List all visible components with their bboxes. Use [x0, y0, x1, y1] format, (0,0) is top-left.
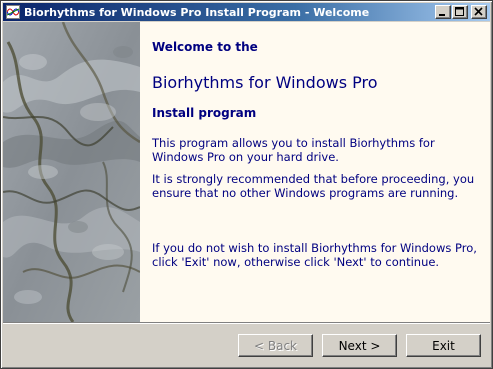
minimize-icon[interactable]: [435, 5, 451, 19]
product-title: Biorhythms for Windows Pro: [152, 73, 378, 92]
title-bar[interactable]: Biorhythms for Windows Pro Install Progr…: [3, 3, 490, 21]
title-bar-buttons: [434, 5, 487, 19]
maximize-icon[interactable]: [452, 5, 468, 19]
wizard-client: Welcome to the Biorhythms for Windows Pr…: [3, 22, 490, 322]
close-icon[interactable]: [471, 5, 487, 19]
instruction-paragraph: If you do not wish to install Biorhythms…: [152, 241, 477, 269]
footer-divider: [3, 322, 490, 324]
welcome-heading: Welcome to the: [152, 40, 258, 54]
recommendation-paragraph: It is strongly recommended that before p…: [152, 172, 475, 200]
exit-button[interactable]: Exit: [406, 334, 481, 357]
back-button[interactable]: < Back: [238, 334, 313, 357]
section-heading: Install program: [152, 106, 257, 120]
side-panel-image: [3, 22, 140, 322]
next-button[interactable]: Next >: [322, 334, 397, 357]
window-title: Biorhythms for Windows Pro Install Progr…: [24, 5, 370, 19]
intro-paragraph: This program allows you to install Biorh…: [152, 136, 435, 164]
installer-window: Biorhythms for Windows Pro Install Progr…: [0, 0, 493, 369]
biorhythm-chart-icon[interactable]: [6, 5, 20, 19]
welcome-panel: Welcome to the Biorhythms for Windows Pr…: [140, 22, 490, 322]
